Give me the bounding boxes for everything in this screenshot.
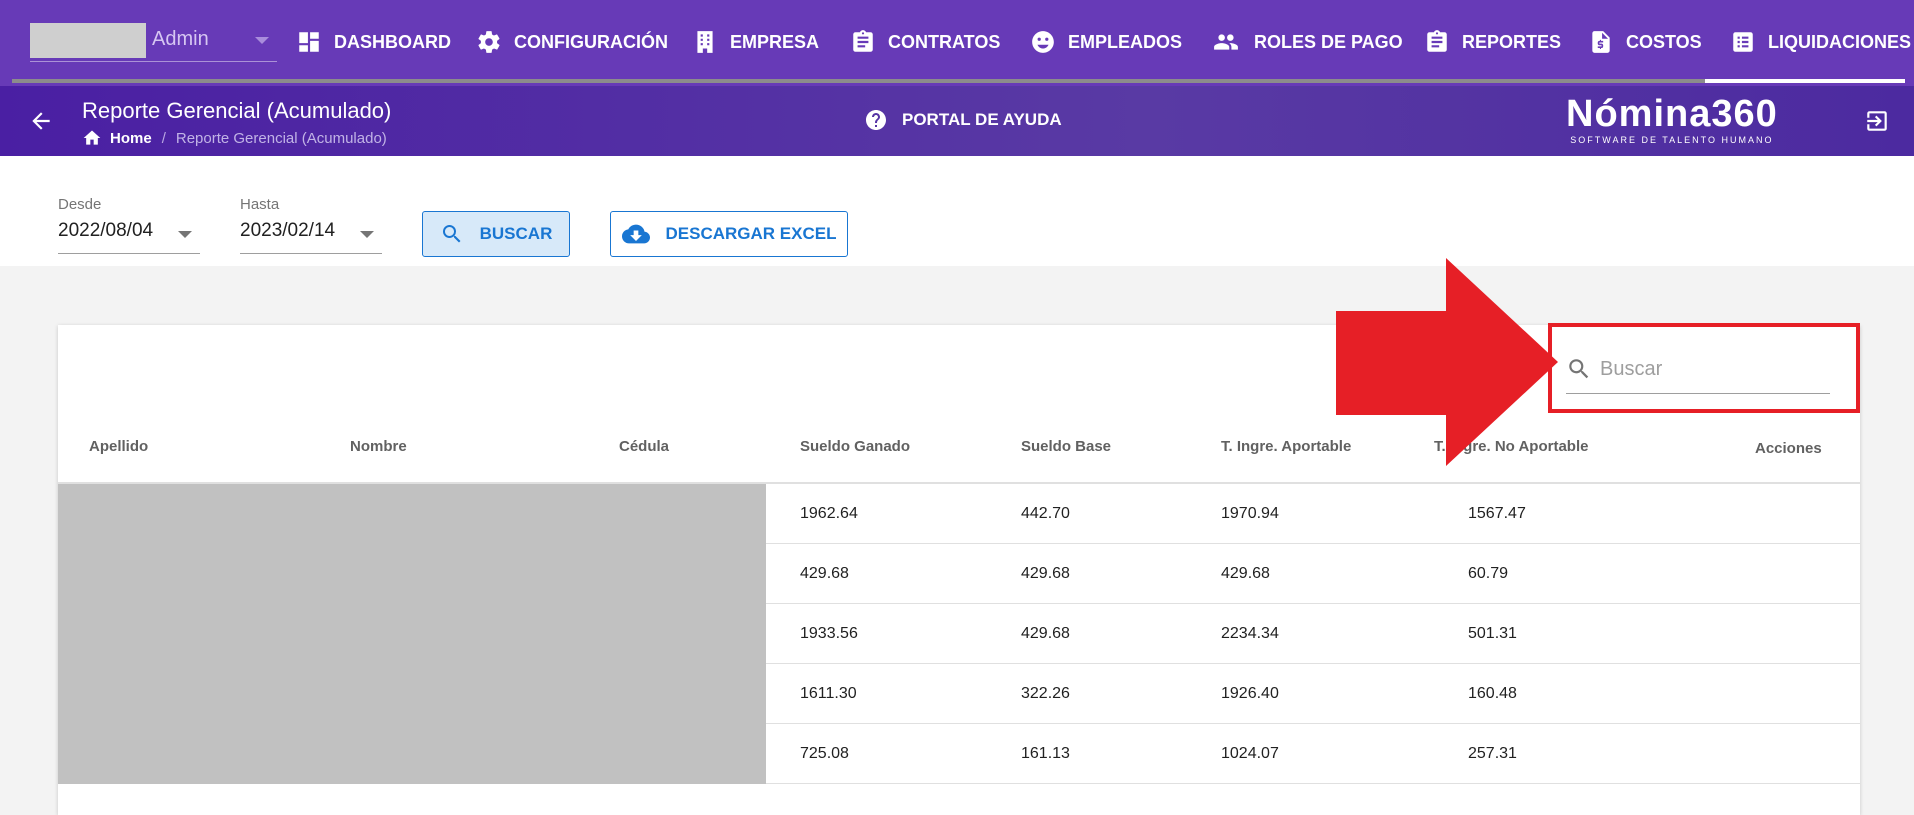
logout-button[interactable] (1864, 108, 1890, 134)
nav-reportes-label: REPORTES (1462, 31, 1562, 52)
nav-empleados[interactable]: EMPLEADOS (1030, 24, 1182, 60)
nav-active-indicator (1705, 79, 1905, 83)
cell-sueldo-ganado: 429.68 (800, 565, 849, 582)
nav-costos[interactable]: COSTOS (1588, 24, 1702, 60)
cell-aportable: 2234.34 (1221, 625, 1279, 642)
search-button-label: BUSCAR (479, 224, 553, 243)
clipboard-icon (1427, 30, 1447, 52)
help-portal-link[interactable]: PORTAL DE AYUDA (864, 108, 1062, 132)
search-icon (442, 225, 461, 243)
back-button[interactable] (28, 108, 54, 134)
nav-underline (12, 79, 1905, 83)
arrow-left-icon (32, 112, 50, 130)
cell-sueldo-ganado: 725.08 (800, 745, 849, 762)
gear-icon (478, 31, 500, 53)
logout-icon (1867, 111, 1887, 131)
column-header-nombre[interactable]: Nombre (350, 438, 407, 455)
brand-name: Nómina360 (1566, 93, 1778, 135)
invoice-icon (1592, 31, 1610, 53)
cell-no-aportable: 501.31 (1468, 625, 1517, 642)
breadcrumb: Home / Reporte Gerencial (Acumulado) (82, 128, 387, 148)
nav-roles-de-pago[interactable]: ROLES DE PAGO (1210, 24, 1403, 60)
column-header-apellido[interactable]: Apellido (89, 438, 148, 455)
nav-liquidaciones-label: LIQUIDACIONES (1768, 31, 1912, 52)
column-header-acciones: Acciones (1755, 440, 1822, 457)
nav-contratos[interactable]: CONTRATOS (850, 24, 1000, 60)
cell-no-aportable: 257.31 (1468, 745, 1517, 762)
date-to-field[interactable]: Hasta 2023/02/14 (240, 196, 382, 254)
date-from-value: 2022/08/04 (58, 220, 154, 241)
date-from-label: Desde (58, 196, 102, 213)
cloud-download-icon (621, 224, 650, 244)
dashboard-icon (299, 32, 319, 52)
cell-sueldo-ganado: 1933.56 (800, 625, 858, 642)
breadcrumb-separator: / (161, 129, 166, 147)
nav-reportes[interactable]: REPORTES (1424, 24, 1561, 60)
cell-sueldo-base: 442.70 (1021, 505, 1070, 522)
nav-roles-de-pago-label: ROLES DE PAGO (1254, 31, 1403, 52)
redacted-employee-block (58, 484, 766, 784)
page-title: Reporte Gerencial (Acumulado) (82, 98, 392, 123)
help-portal-label: PORTAL DE AYUDA (902, 110, 1062, 129)
list-icon (1733, 32, 1753, 52)
cell-no-aportable: 1567.47 (1468, 505, 1526, 522)
nav-configuracion-label: CONFIGURACIÓN (514, 31, 668, 52)
cell-no-aportable: 160.48 (1468, 685, 1517, 702)
redacted-user-area (30, 23, 146, 58)
nav-dashboard-label: DASHBOARD (334, 31, 451, 52)
brand-tagline: SOFTWARE DE TALENTO HUMANO (1570, 135, 1774, 145)
user-select[interactable]: Admin (30, 20, 277, 62)
building-icon (697, 31, 713, 53)
top-navigation: Admin DASHBOARD CONFIGURACIÓN EMPRESA CO… (0, 0, 1914, 86)
download-excel-button[interactable]: DESCARGAR EXCEL (610, 211, 848, 257)
clipboard-icon (853, 30, 873, 52)
chevron-down-icon (178, 231, 192, 238)
page-header: Reporte Gerencial (Acumulado) Home / Rep… (0, 86, 1914, 156)
cell-sueldo-base: 429.68 (1021, 625, 1070, 642)
download-excel-label: DESCARGAR EXCEL (665, 224, 837, 243)
nav-configuracion[interactable]: CONFIGURACIÓN (476, 24, 668, 60)
cell-aportable: 1926.40 (1221, 685, 1279, 702)
column-header-sueldo-base[interactable]: Sueldo Base (1021, 438, 1111, 455)
column-header-cedula[interactable]: Cédula (619, 438, 669, 455)
date-to-label: Hasta (240, 196, 280, 213)
chevron-down-icon (255, 37, 269, 44)
chevron-down-icon (360, 231, 374, 238)
cell-sueldo-ganado: 1962.64 (800, 505, 858, 522)
filter-bar: Desde 2022/08/04 Hasta 2023/02/14 BUSCAR… (0, 156, 1914, 266)
cell-aportable: 429.68 (1221, 565, 1270, 582)
cell-no-aportable: 60.79 (1468, 565, 1509, 582)
nav-empresa[interactable]: EMPRESA (692, 24, 819, 60)
group-icon (1214, 34, 1238, 50)
brand-logo: Nómina360 SOFTWARE DE TALENTO HUMANO (1566, 94, 1778, 145)
column-header-sueldo-ganado[interactable]: Sueldo Ganado (800, 438, 910, 455)
cell-aportable: 1024.07 (1221, 745, 1279, 762)
face-icon (1032, 31, 1054, 53)
breadcrumb-current: Reporte Gerencial (Acumulado) (175, 129, 387, 147)
cell-sueldo-base: 322.26 (1021, 685, 1070, 702)
cell-sueldo-base: 161.13 (1021, 745, 1070, 762)
date-from-field[interactable]: Desde 2022/08/04 (58, 196, 200, 254)
date-to-value: 2023/02/14 (240, 220, 336, 241)
annotation-highlight-box (1548, 323, 1860, 413)
breadcrumb-home[interactable]: Home (110, 130, 152, 147)
cell-sueldo-base: 429.68 (1021, 565, 1070, 582)
help-icon (866, 110, 886, 130)
home-icon (83, 130, 101, 145)
nav-empresa-label: EMPRESA (730, 31, 820, 52)
user-name: Admin (152, 28, 209, 50)
nav-dashboard[interactable]: DASHBOARD (296, 24, 451, 60)
search-button[interactable]: BUSCAR (422, 211, 570, 257)
cell-aportable: 1970.94 (1221, 505, 1279, 522)
nav-costos-label: COSTOS (1626, 31, 1702, 52)
nav-empleados-label: EMPLEADOS (1068, 31, 1183, 52)
cell-sueldo-ganado: 1611.30 (800, 685, 857, 702)
nav-liquidaciones[interactable]: LIQUIDACIONES (1730, 24, 1911, 60)
nav-contratos-label: CONTRATOS (888, 31, 1001, 52)
